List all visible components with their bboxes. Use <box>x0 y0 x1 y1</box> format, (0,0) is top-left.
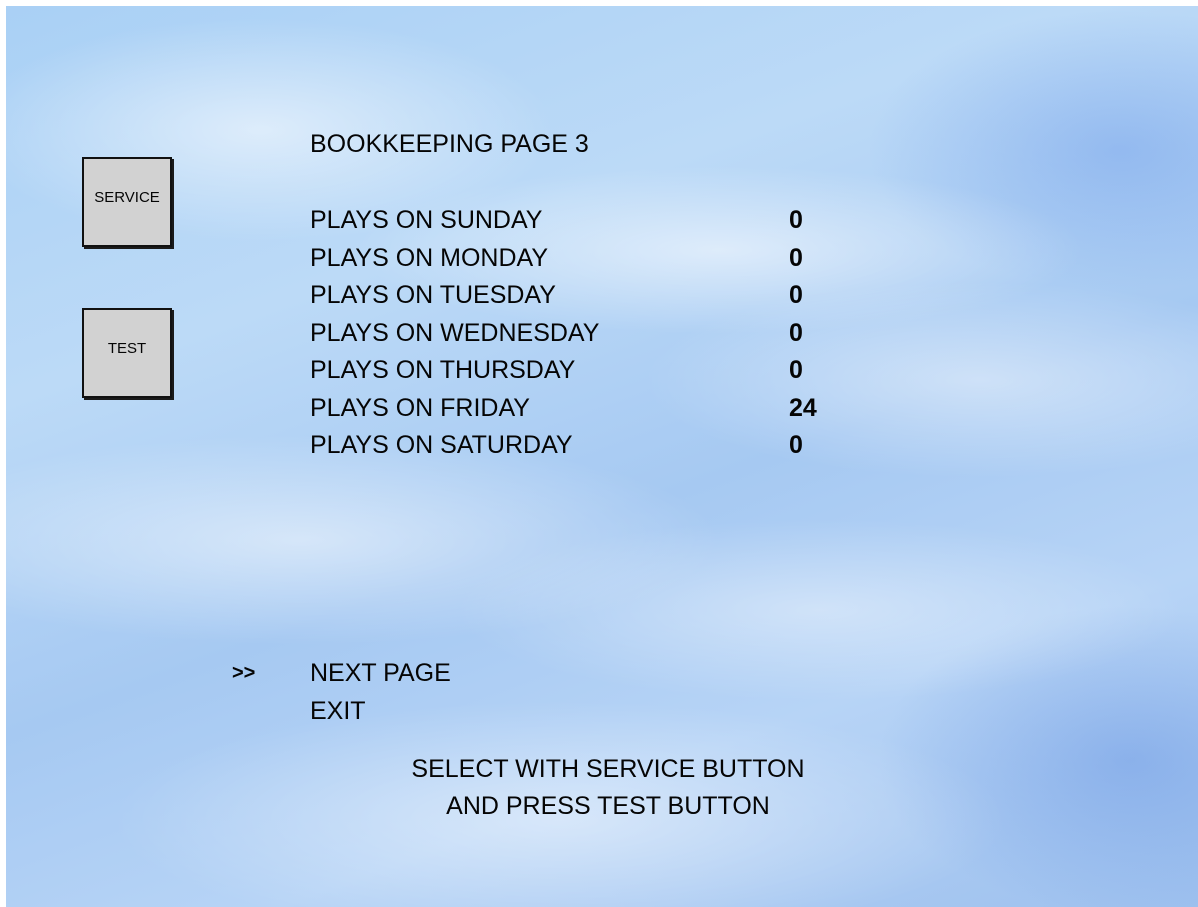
stat-value: 0 <box>789 243 803 272</box>
instructions-line-1: SELECT WITH SERVICE BUTTON <box>411 755 805 783</box>
stat-value: 0 <box>789 356 803 384</box>
stat-row-saturday: PLAYS ON SATURDAY 0 <box>310 427 850 465</box>
stat-label: PLAYS ON SUNDAY <box>310 206 543 234</box>
bookkeeping-stats-list: PLAYS ON SUNDAY 0 PLAYS ON MONDAY 0 PLAY… <box>310 202 850 465</box>
stat-value: 0 <box>789 318 803 347</box>
page-title: BOOKKEEPING PAGE 3 <box>310 130 589 158</box>
instructions-line-2: AND PRESS TEST BUTTON <box>446 792 770 820</box>
selection-cursor: >> <box>232 662 256 684</box>
stat-label: PLAYS ON THURSDAY <box>310 356 576 384</box>
stat-row-wednesday: PLAYS ON WEDNESDAY 0 <box>310 315 850 353</box>
stat-row-monday: PLAYS ON MONDAY 0 <box>310 240 850 278</box>
left-border <box>0 0 6 907</box>
stat-label: PLAYS ON MONDAY <box>310 243 549 272</box>
top-border <box>0 0 1198 6</box>
instructions: SELECT WITH SERVICE BUTTON AND PRESS TES… <box>308 751 908 825</box>
menu-item-exit[interactable]: EXIT <box>232 692 451 730</box>
stat-value: 0 <box>789 206 803 234</box>
stat-value: 24 <box>789 393 817 422</box>
stat-row-thursday: PLAYS ON THURSDAY 0 <box>310 352 850 390</box>
stat-row-tuesday: PLAYS ON TUESDAY 0 <box>310 277 850 315</box>
menu-item-next-page[interactable]: >> NEXT PAGE <box>232 654 451 692</box>
service-button-label: SERVICE <box>94 189 160 206</box>
menu: >> NEXT PAGE EXIT <box>232 654 451 730</box>
test-button-label: TEST <box>107 340 147 357</box>
stat-label: PLAYS ON TUESDAY <box>310 281 556 309</box>
stat-label: PLAYS ON SATURDAY <box>310 431 573 459</box>
test-button[interactable]: TEST <box>82 308 172 398</box>
service-button[interactable]: SERVICE <box>82 157 172 247</box>
menu-item-label: EXIT <box>310 697 366 725</box>
stat-label: PLAYS ON FRIDAY <box>310 393 530 422</box>
menu-item-label: NEXT PAGE <box>310 659 451 687</box>
stat-value: 0 <box>789 281 803 309</box>
stat-row-friday: PLAYS ON FRIDAY 24 <box>310 390 850 428</box>
stat-label: PLAYS ON WEDNESDAY <box>310 318 600 347</box>
stat-value: 0 <box>789 431 803 459</box>
stat-row-sunday: PLAYS ON SUNDAY 0 <box>310 202 850 240</box>
